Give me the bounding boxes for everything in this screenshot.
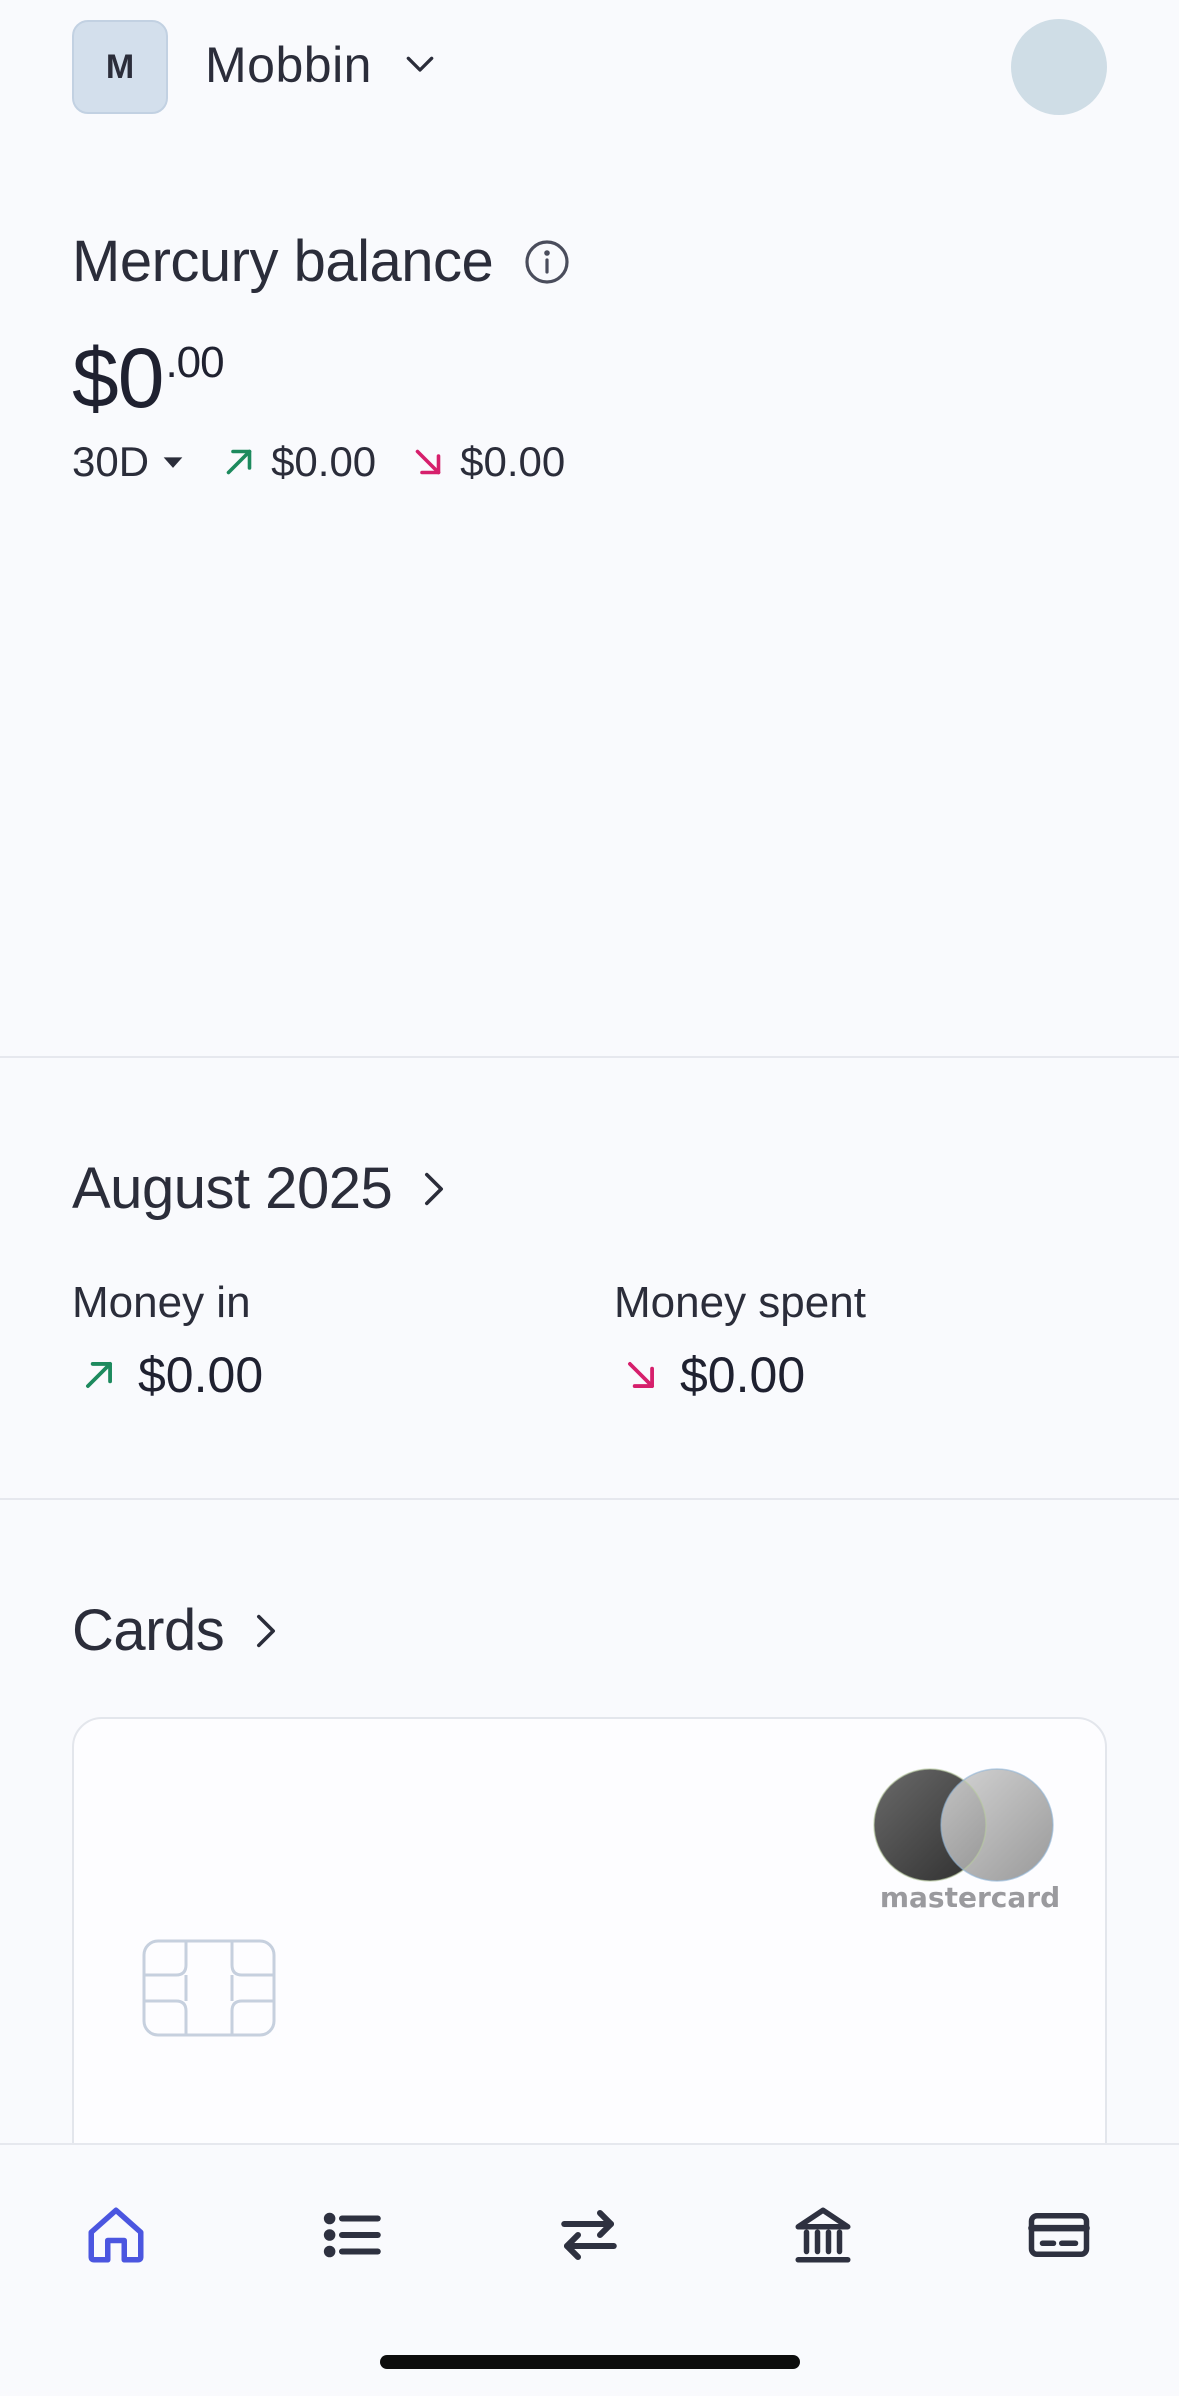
header: M Mobbin — [0, 0, 1179, 140]
money-spent-label: Money spent — [614, 1278, 866, 1327]
chevron-right-icon — [257, 1614, 276, 1647]
org-switcher[interactable]: Mobbin — [205, 36, 440, 94]
divider — [0, 1056, 1179, 1058]
money-out-flow: $0.00 — [410, 438, 565, 486]
money-in-stat: Money in $0.00 — [72, 1278, 263, 1404]
arrow-down-right-icon — [415, 449, 441, 475]
balance-flow-row: 30D $0.00 $0.00 — [72, 438, 565, 486]
home-screen: M Mobbin Mercury balance $0.00 30D $0.00… — [0, 0, 1179, 2396]
period-selector[interactable]: 30D — [72, 438, 187, 486]
card-chip-icon — [142, 1939, 276, 2037]
money-spent-value: $0.00 — [680, 1347, 806, 1403]
list-icon — [323, 2212, 381, 2258]
mastercard-logo: mastercard — [873, 1768, 1060, 1914]
org-avatar[interactable]: M — [72, 20, 168, 114]
nav-accounts[interactable] — [783, 2195, 863, 2275]
money-spent-stat-value: $0.00 — [614, 1346, 866, 1404]
nav-transactions[interactable] — [313, 2195, 393, 2275]
balance-amount-cents: .00 — [165, 338, 224, 387]
balance-header: Mercury balance — [72, 228, 571, 295]
balance-amount: $0.00 — [72, 330, 225, 427]
home-indicator — [380, 2355, 800, 2369]
chevron-down-icon — [406, 56, 434, 72]
user-avatar[interactable] — [1011, 19, 1107, 115]
bank-icon — [795, 2207, 851, 2263]
arrow-up-right-icon — [86, 1362, 112, 1388]
caret-down-icon — [163, 457, 183, 468]
money-in-stat-value: $0.00 — [72, 1346, 263, 1404]
money-out-amount: $0.00 — [460, 438, 566, 485]
cards-title: Cards — [72, 1598, 225, 1663]
nav-cards[interactable] — [1019, 2195, 1099, 2275]
month-summary-link[interactable]: August 2025 — [72, 1155, 452, 1222]
money-in-label: Money in — [72, 1278, 251, 1327]
card-icon — [1028, 2213, 1090, 2257]
money-in-flow: $0.00 — [221, 438, 376, 486]
nav-home[interactable] — [76, 2195, 156, 2275]
cards-link[interactable]: Cards — [72, 1597, 284, 1664]
divider — [0, 1498, 1179, 1500]
arrow-up-right-icon — [226, 449, 252, 475]
info-icon[interactable] — [523, 238, 571, 286]
arrow-down-right-icon — [628, 1362, 654, 1388]
mastercard-wordmark: mastercard — [880, 1881, 1060, 1914]
transfer-icon — [561, 2209, 617, 2261]
chevron-right-icon — [425, 1172, 444, 1205]
home-icon — [88, 2207, 144, 2263]
month-title: August 2025 — [72, 1156, 393, 1221]
money-in-value: $0.00 — [138, 1347, 264, 1403]
balance-title: Mercury balance — [72, 229, 494, 294]
money-in-amount: $0.00 — [271, 438, 377, 485]
org-name: Mobbin — [205, 37, 372, 93]
money-spent-stat: Money spent $0.00 — [614, 1278, 866, 1404]
period-label: 30D — [72, 438, 150, 485]
balance-amount-main: $0 — [72, 331, 164, 425]
nav-payments[interactable] — [549, 2195, 629, 2275]
